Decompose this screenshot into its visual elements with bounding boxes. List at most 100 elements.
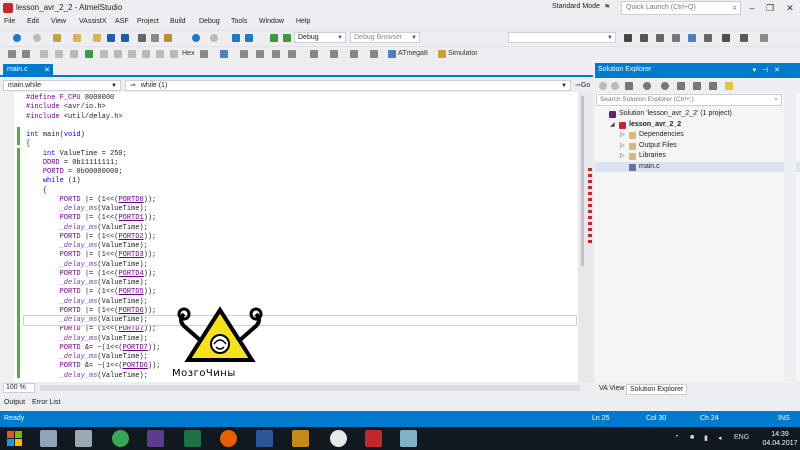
media-player-icon[interactable] — [292, 430, 309, 447]
stop-icon[interactable] — [100, 50, 108, 58]
menu-item[interactable]: View — [51, 18, 66, 25]
minimize-button[interactable]: – — [744, 1, 760, 15]
indent-icon[interactable] — [8, 50, 16, 58]
pin-icon[interactable]: ⊣ — [762, 67, 768, 74]
extensions-icon[interactable] — [704, 34, 712, 42]
properties-icon[interactable] — [709, 82, 717, 90]
volume-icon[interactable]: ◂ — [718, 434, 722, 442]
callstack-icon[interactable] — [350, 50, 358, 58]
close-icon[interactable]: ✕ — [774, 67, 780, 74]
terminal-icon[interactable] — [722, 34, 730, 42]
preview-icon[interactable] — [725, 82, 733, 90]
windows-start-icon[interactable] — [6, 430, 23, 447]
code-line[interactable]: { — [26, 187, 576, 196]
registers-icon[interactable] — [240, 50, 248, 58]
build-all-icon[interactable] — [245, 34, 253, 42]
step-out-icon[interactable] — [170, 50, 178, 58]
paste-icon[interactable] — [164, 34, 172, 42]
solution-explorer-scrollbar[interactable] — [784, 79, 796, 381]
tab-error-list[interactable]: Error List — [32, 399, 60, 406]
tree-item[interactable]: ◢ lesson_avr_2_2 — [595, 120, 800, 131]
notepad-icon[interactable] — [400, 430, 417, 447]
menu-item[interactable]: Window — [259, 18, 284, 25]
code-line[interactable]: PORTD |= (1<<(PORTD1)); — [26, 214, 576, 223]
editor-horizontal-scrollbar[interactable] — [40, 385, 580, 391]
taskbar-clock[interactable]: 14:39 04.04.2017 — [762, 430, 798, 448]
maximize-button[interactable]: ❐ — [762, 1, 778, 15]
code-line[interactable]: _delay_ms(ValueTime); — [26, 205, 576, 214]
menu-item[interactable]: Tools — [231, 18, 247, 25]
file-manager-icon[interactable] — [40, 430, 57, 447]
quick-launch-input[interactable]: Quick Launch (Ctrl+Q) ⌕ — [621, 1, 741, 15]
step-over-icon[interactable] — [156, 50, 164, 58]
code-line[interactable]: while (1) — [26, 177, 576, 186]
scope-select[interactable]: main.while ▼ — [3, 80, 121, 91]
code-line[interactable]: _delay_ms(ValueTime); — [26, 372, 576, 381]
sync-icon[interactable] — [643, 82, 651, 90]
network-icon[interactable]: ▮ — [704, 434, 708, 442]
code-line[interactable]: _delay_ms(ValueTime); — [26, 261, 576, 270]
find-combo[interactable]: ▼ — [508, 32, 616, 43]
code-line[interactable] — [26, 122, 576, 131]
settings-icon[interactable] — [740, 34, 748, 42]
code-line[interactable]: #include <avr/io.h> — [26, 103, 576, 112]
code-line[interactable]: #define F_CPU 8000000 — [26, 94, 576, 103]
solution-search-input[interactable]: Search Solution Explorer (Ctrl+;) ⌕ — [596, 94, 782, 106]
disassembly-icon[interactable] — [256, 50, 264, 58]
outdent-icon[interactable] — [22, 50, 30, 58]
save-all-icon[interactable] — [121, 34, 129, 42]
forward-icon[interactable] — [611, 82, 619, 90]
breakpoints-icon[interactable] — [200, 50, 208, 58]
show-next-statement-icon[interactable] — [128, 50, 136, 58]
home-icon[interactable] — [625, 82, 633, 90]
collapsed-arrow-icon[interactable]: ▷ — [620, 130, 625, 141]
tree-item[interactable]: main.c — [595, 161, 800, 172]
tab-output[interactable]: Output — [4, 399, 25, 406]
copy-icon[interactable] — [151, 34, 159, 42]
disk-utility-icon[interactable] — [147, 430, 164, 447]
chrome-icon[interactable] — [112, 430, 129, 447]
menu-item[interactable]: ASF — [115, 18, 129, 25]
excel-icon[interactable] — [184, 430, 201, 447]
code-line[interactable]: _delay_ms(ValueTime); — [26, 242, 576, 251]
back-icon[interactable] — [599, 82, 607, 90]
locals-icon[interactable] — [330, 50, 338, 58]
code-editor[interactable]: #define F_CPU 8000000 #include <avr/io.h>… — [0, 92, 593, 382]
code-line[interactable]: PORTD |= (1<<(PORTD4)); — [26, 270, 576, 279]
configuration-select[interactable]: Debug ▼ — [294, 32, 346, 43]
code-line[interactable]: PORTD |= (1<<(PORTD2)); — [26, 233, 576, 242]
save-icon[interactable] — [107, 34, 115, 42]
tree-item[interactable]: ▷ Output Files — [595, 141, 800, 152]
code-line[interactable]: DDRD = 0b11111111; — [26, 159, 576, 168]
build-icon[interactable] — [232, 34, 240, 42]
open-file-icon[interactable] — [73, 34, 81, 42]
code-line[interactable]: #include <util/delay.h> — [26, 113, 576, 122]
tool-icon[interactable] — [760, 34, 768, 42]
code-line-current[interactable]: _delay_ms(ValueTime); — [23, 314, 577, 327]
forward-icon[interactable] — [33, 34, 41, 42]
collapsed-arrow-icon[interactable]: ▷ — [620, 141, 625, 152]
refresh-icon[interactable] — [661, 82, 669, 90]
tree-item[interactable]: Solution 'lesson_avr_2_2' (1 project) — [595, 109, 800, 120]
collapse-all-icon[interactable] — [677, 82, 685, 90]
break-all-icon[interactable] — [70, 50, 78, 58]
solution-explorer-icon[interactable] — [640, 34, 648, 42]
close-icon[interactable]: ✕ — [44, 66, 50, 74]
tray-app-icon[interactable]: ■ — [690, 434, 694, 441]
toolbox-icon[interactable] — [672, 34, 680, 42]
start-without-debugging-icon[interactable] — [283, 34, 291, 42]
device-programming-icon[interactable] — [688, 34, 696, 42]
code-line[interactable]: _delay_ms(ValueTime); — [26, 335, 576, 344]
code-line[interactable]: int main(void) — [26, 131, 576, 140]
show-all-files-icon[interactable] — [693, 82, 701, 90]
language-indicator[interactable]: ENG — [734, 434, 749, 441]
tree-item[interactable]: ▷ Libraries — [595, 151, 800, 162]
tab-va-view[interactable]: VA View — [596, 384, 627, 395]
comment-icon[interactable] — [40, 50, 48, 58]
editor-vertical-scrollbar[interactable] — [578, 92, 593, 382]
code-line[interactable]: PORTD &= ~(1<<(PORTD7)); — [26, 344, 576, 353]
hex-display-button[interactable]: Hex — [182, 49, 194, 59]
close-button[interactable]: ✕ — [782, 1, 798, 15]
undo-icon[interactable] — [192, 34, 200, 42]
collapsed-arrow-icon[interactable]: ▷ — [620, 151, 625, 162]
